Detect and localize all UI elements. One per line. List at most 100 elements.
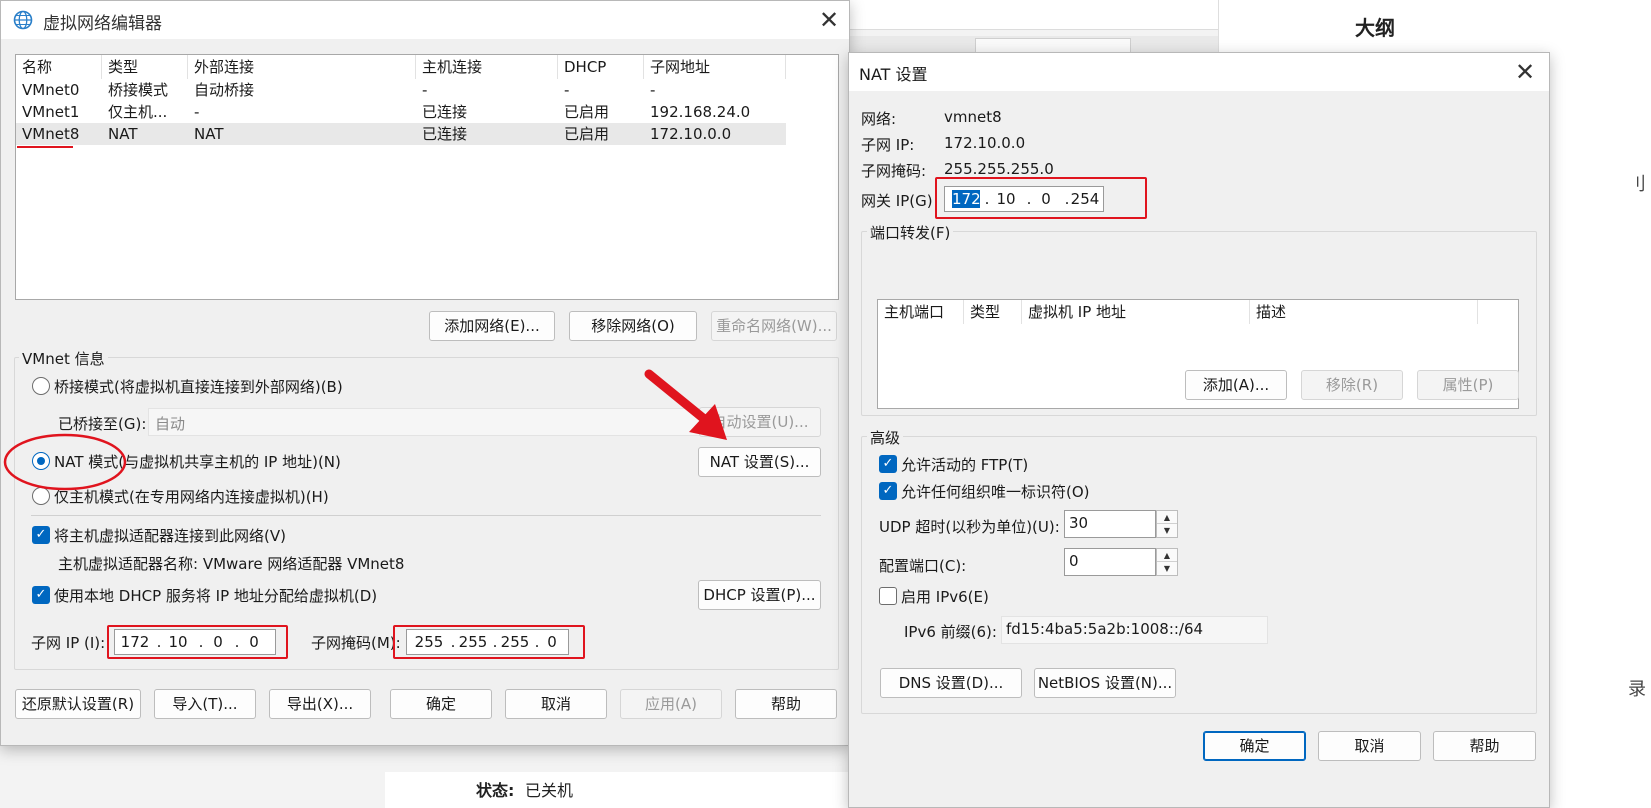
port-forwarding-group-label: 端口转发(F) xyxy=(867,222,954,243)
outline-edge-text: 录 xyxy=(1628,679,1646,700)
ok-button[interactable]: 确定 xyxy=(390,689,492,719)
config-port-input[interactable]: 0 xyxy=(1064,548,1156,576)
table-cell: 172.10.0.0 xyxy=(650,125,732,143)
table-cell: 自动桥接 xyxy=(194,81,255,99)
bridged-to-value: 自动 xyxy=(155,415,186,433)
add-network-button[interactable]: 添加网络(E)... xyxy=(429,311,555,341)
background-toolbar xyxy=(850,0,1220,30)
column-header[interactable]: DHCP xyxy=(558,55,644,79)
table-cell: 192.168.24.0 xyxy=(650,103,751,121)
table-row[interactable]: VMnet1 仅主机... - 已连接 已启用 192.168.24.0 xyxy=(16,101,786,123)
gateway-ip-annotation-box xyxy=(935,177,1147,219)
dns-settings-button[interactable]: DNS 设置(D)... xyxy=(880,668,1022,698)
allow-uid-label[interactable]: 允许任何组织唯一标识符(O) xyxy=(901,481,1090,502)
table-cell: VMnet1 xyxy=(22,103,80,121)
table-cell: VMnet8 xyxy=(22,125,80,143)
enable-ipv6-label[interactable]: 启用 IPv6(E) xyxy=(901,586,989,607)
ipv6-prefix-input[interactable]: fd15:4ba5:5a2b:1008::/64 xyxy=(1001,616,1268,644)
udp-timeout-input[interactable]: 30 xyxy=(1064,510,1156,538)
network-globe-icon xyxy=(13,10,33,34)
title-bar: NAT 设置 ✕ xyxy=(849,53,1549,91)
nat-settings-button[interactable]: NAT 设置(S)... xyxy=(698,447,821,477)
subnet-ip-annotation-box xyxy=(107,625,288,659)
column-header[interactable]: 类型 xyxy=(964,300,1022,324)
advanced-group-label: 高级 xyxy=(867,427,904,448)
rename-network-button[interactable]: 重命名网络(W)... xyxy=(711,311,837,341)
table-row[interactable]: VMnet0 桥接模式 自动桥接 - - - xyxy=(16,79,786,101)
allow-ftp-label[interactable]: 允许活动的 FTP(T) xyxy=(901,454,1028,475)
use-dhcp-label[interactable]: 使用本地 DHCP 服务将 IP 地址分配给虚拟机(D) xyxy=(54,585,377,606)
ok-button[interactable]: 确定 xyxy=(1203,731,1306,761)
enable-ipv6-checkbox[interactable] xyxy=(879,587,897,605)
config-port-value: 0 xyxy=(1069,552,1079,570)
subnet-mask-label: 子网掩码(M): xyxy=(311,634,401,652)
subnet-ip-value: 172.10.0.0 xyxy=(944,134,1026,152)
nat-settings-dialog: NAT 设置 ✕ 网络: vmnet8 子网 IP: 172.10.0.0 子网… xyxy=(848,52,1550,808)
netbios-settings-button[interactable]: NetBIOS 设置(N)... xyxy=(1034,668,1176,698)
ipv6-prefix-label: IPv6 前缀(6): xyxy=(904,623,997,641)
column-header[interactable]: 虚拟机 IP 地址 xyxy=(1022,300,1250,324)
subnet-mask-label: 子网掩码: xyxy=(861,162,927,180)
subnet-mask-value: 255.255.255.0 xyxy=(944,160,1054,178)
vmnet8-underline-annotation xyxy=(17,146,73,148)
bridged-to-select[interactable]: 自动 xyxy=(148,408,708,436)
table-row-selected[interactable]: VMnet8 NAT NAT 已连接 已启用 172.10.0.0 xyxy=(16,123,786,145)
outline-edge-text: 刂 xyxy=(1628,174,1646,195)
column-header[interactable]: 外部连接 xyxy=(188,55,416,79)
table-cell: - xyxy=(650,81,656,99)
close-icon[interactable]: ✕ xyxy=(809,5,849,35)
network-table[interactable]: 名称 类型 外部连接 主机连接 DHCP 子网地址 VMnet0 桥接模式 自动… xyxy=(15,54,839,300)
udp-timeout-spinner[interactable]: ▲ ▼ xyxy=(1156,510,1178,538)
background-status-area xyxy=(385,772,885,808)
help-button[interactable]: 帮助 xyxy=(1433,731,1536,761)
column-header[interactable]: 类型 xyxy=(102,55,188,79)
table-cell: NAT xyxy=(108,125,138,143)
column-header[interactable]: 主机端口 xyxy=(878,300,964,324)
subnet-mask-annotation-box xyxy=(393,625,585,659)
use-dhcp-checkbox[interactable]: ✓ xyxy=(32,586,50,604)
apply-button[interactable]: 应用(A) xyxy=(620,689,722,719)
import-button[interactable]: 导入(T)... xyxy=(154,689,256,719)
remove-port-button[interactable]: 移除(R) xyxy=(1301,370,1403,400)
allow-uid-checkbox[interactable]: ✓ xyxy=(879,482,897,500)
spin-down-icon[interactable]: ▼ xyxy=(1157,524,1177,537)
restore-defaults-button[interactable]: 还原默认设置(R) xyxy=(15,689,141,719)
column-header[interactable]: 描述 xyxy=(1250,300,1478,324)
table-cell: 已启用 xyxy=(564,103,610,121)
connect-adapter-checkbox[interactable]: ✓ xyxy=(32,526,50,544)
column-header[interactable]: 名称 xyxy=(16,55,102,79)
separator xyxy=(31,515,821,516)
udp-timeout-value: 30 xyxy=(1069,514,1089,532)
help-button[interactable]: 帮助 xyxy=(735,689,837,719)
table-cell: 已连接 xyxy=(422,103,468,121)
network-label: 网络: xyxy=(861,110,897,128)
adapter-name-text: 主机虚拟适配器名称: VMware 网络适配器 VMnet8 xyxy=(58,555,405,573)
port-properties-button[interactable]: 属性(P) xyxy=(1417,370,1519,400)
column-header[interactable]: 主机连接 xyxy=(416,55,558,79)
add-port-button[interactable]: 添加(A)... xyxy=(1185,370,1287,400)
config-port-spinner[interactable]: ▲ ▼ xyxy=(1156,548,1178,576)
bridged-mode-label[interactable]: 桥接模式(将虚拟机直接连接到外部网络)(B) xyxy=(54,376,343,397)
spin-down-icon[interactable]: ▼ xyxy=(1157,562,1177,575)
close-icon[interactable]: ✕ xyxy=(1505,57,1545,87)
table-cell: 仅主机... xyxy=(108,103,168,121)
dialog-title: NAT 设置 xyxy=(859,65,928,84)
spin-up-icon[interactable]: ▲ xyxy=(1157,549,1177,562)
dhcp-settings-button[interactable]: DHCP 设置(P)... xyxy=(698,580,821,610)
virtual-network-editor-dialog: 虚拟网络编辑器 ✕ 名称 类型 外部连接 主机连接 DHCP 子网地址 VMne… xyxy=(0,0,850,746)
table-cell: 已连接 xyxy=(422,125,468,143)
cancel-button[interactable]: 取消 xyxy=(505,689,607,719)
network-value: vmnet8 xyxy=(944,108,1002,126)
column-header[interactable]: 子网地址 xyxy=(644,55,786,79)
bridged-mode-radio[interactable] xyxy=(32,377,50,395)
export-button[interactable]: 导出(X)... xyxy=(269,689,371,719)
red-arrow-annotation xyxy=(644,369,727,440)
connect-adapter-label[interactable]: 将主机虚拟适配器连接到此网络(V) xyxy=(54,525,286,546)
cancel-button[interactable]: 取消 xyxy=(1318,731,1421,761)
spin-up-icon[interactable]: ▲ xyxy=(1157,511,1177,524)
vmnet-info-group-label: VMnet 信息 xyxy=(19,348,108,369)
table-cell: - xyxy=(564,81,570,99)
allow-ftp-checkbox[interactable]: ✓ xyxy=(879,455,897,473)
remove-network-button[interactable]: 移除网络(O) xyxy=(569,311,697,341)
outline-title: 大纲 xyxy=(1355,16,1395,40)
